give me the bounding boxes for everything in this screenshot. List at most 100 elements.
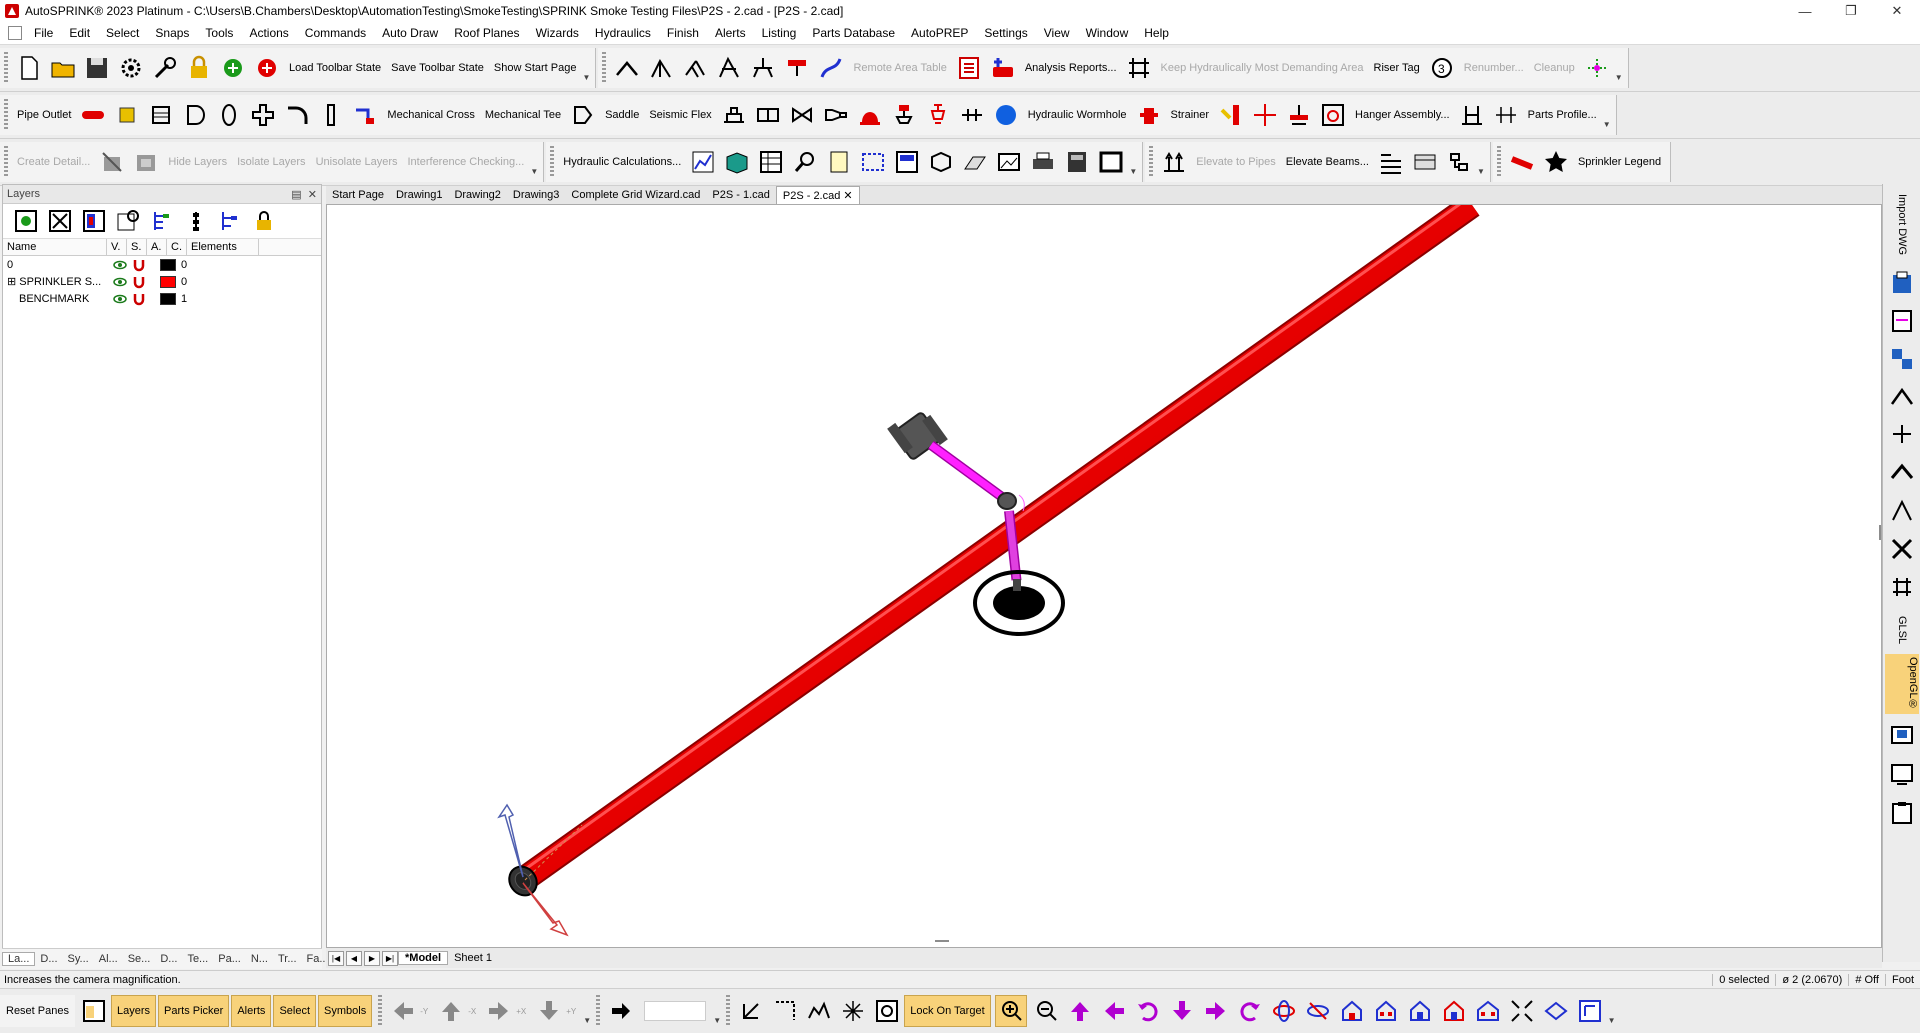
sprinkler-head-icon[interactable]: [889, 100, 919, 130]
model-view[interactable]: [327, 205, 1882, 948]
document-icon[interactable]: [8, 26, 22, 40]
undo-view-icon[interactable]: [736, 996, 766, 1026]
table-icon[interactable]: [756, 147, 786, 177]
toolbar-overflow-icon[interactable]: ▼: [712, 997, 722, 1025]
last-sheet-icon[interactable]: ▶|: [382, 950, 398, 966]
strainer-button[interactable]: Strainer: [1166, 109, 1215, 121]
roof-pipe-icon[interactable]: [612, 53, 642, 83]
close-tab-icon[interactable]: ✕: [843, 190, 852, 202]
load-toolbar-state-button[interactable]: Load Toolbar State: [284, 62, 386, 74]
panel-tab-layers[interactable]: La...: [2, 952, 36, 966]
clipboard-icon[interactable]: [1887, 798, 1917, 828]
toolbar-grip[interactable]: [4, 146, 8, 178]
expand-icon[interactable]: ⊞: [7, 276, 16, 288]
gauge-icon[interactable]: [957, 100, 987, 130]
rotate-left-icon[interactable]: [1133, 996, 1163, 1026]
plug-icon[interactable]: [180, 100, 210, 130]
col-active[interactable]: A.: [147, 239, 167, 255]
toolbar-overflow-icon[interactable]: ▼: [1614, 54, 1624, 82]
command-input[interactable]: [644, 1001, 707, 1021]
hanger-icon[interactable]: [1284, 100, 1314, 130]
menu-settings[interactable]: Settings: [976, 26, 1035, 40]
next-sheet-icon[interactable]: ▶: [364, 950, 380, 966]
import-dwg-tab[interactable]: Import DWG: [1896, 190, 1908, 260]
report-icon[interactable]: [954, 53, 984, 83]
toolbar-overflow-icon[interactable]: ▼: [582, 997, 592, 1025]
window-frame-icon[interactable]: [1096, 147, 1126, 177]
zoom-out-icon[interactable]: [1031, 996, 1061, 1026]
cleanup-button[interactable]: Cleanup: [1529, 62, 1580, 74]
menu-listing[interactable]: Listing: [754, 26, 805, 40]
magnet-icon[interactable]: [132, 275, 146, 289]
new-file-icon[interactable]: [14, 53, 44, 83]
cap-icon[interactable]: [146, 100, 176, 130]
toolbar-overflow-icon[interactable]: ▼: [529, 148, 539, 176]
tab-p2s-2[interactable]: P2S - 2.cad ✕: [775, 185, 860, 205]
remote-area-table-button[interactable]: Remote Area Table: [848, 62, 951, 74]
tab-start-page[interactable]: Start Page: [326, 186, 390, 204]
magnet-icon[interactable]: [132, 258, 146, 272]
chart-icon[interactable]: [688, 147, 718, 177]
menu-parts-database[interactable]: Parts Database: [804, 26, 903, 40]
zoom-extents-icon[interactable]: [1507, 996, 1537, 1026]
toolbar-grip[interactable]: [602, 52, 607, 84]
tab-drawing2[interactable]: Drawing2: [448, 186, 506, 204]
mechanical-cross-icon[interactable]: [350, 100, 380, 130]
open-folder-icon[interactable]: [48, 53, 78, 83]
view-cube-icon[interactable]: [926, 147, 956, 177]
coupling-vertical-icon[interactable]: [316, 100, 346, 130]
save-disk-icon[interactable]: [82, 53, 112, 83]
star-icon[interactable]: [1541, 147, 1571, 177]
blue-ball-icon[interactable]: [991, 100, 1021, 130]
prev-sheet-icon[interactable]: ◀: [346, 950, 362, 966]
sheet-icon[interactable]: [1887, 306, 1917, 336]
mechanical-tee-button[interactable]: Mechanical Tee: [480, 109, 566, 121]
red-gear-icon[interactable]: [252, 53, 282, 83]
arrow-left-icon[interactable]: [388, 996, 418, 1026]
new-layer-icon[interactable]: [11, 206, 41, 236]
layer-color-swatch[interactable]: [160, 258, 176, 271]
rotate-right-icon[interactable]: [1235, 996, 1265, 1026]
display-icon[interactable]: [1887, 760, 1917, 790]
sprinkler-legend-button[interactable]: Sprinkler Legend: [1573, 156, 1666, 168]
toolbar-overflow-icon[interactable]: ▼: [1476, 148, 1486, 176]
tab-drawing1[interactable]: Drawing1: [390, 186, 448, 204]
target-icon[interactable]: [872, 996, 902, 1026]
tab-sheet-1[interactable]: Sheet 1: [448, 952, 498, 964]
nipple-icon[interactable]: [214, 100, 244, 130]
analysis-icon[interactable]: [988, 53, 1018, 83]
elbow-fitting[interactable]: [997, 492, 1017, 510]
branch-icon[interactable]: [1887, 382, 1917, 412]
hide-layers-button[interactable]: Hide Layers: [163, 156, 232, 168]
eye-icon[interactable]: [113, 275, 127, 289]
red-sprinkler-icon[interactable]: [782, 53, 812, 83]
dimension-icon[interactable]: [1491, 100, 1521, 130]
menu-alerts[interactable]: Alerts: [707, 26, 754, 40]
sheet-stack-icon[interactable]: [1410, 147, 1440, 177]
menu-autoprep[interactable]: AutoPREP: [903, 26, 976, 40]
layers-pane-button[interactable]: Layers: [110, 995, 157, 1027]
grid-area-icon[interactable]: [1124, 53, 1154, 83]
menu-select[interactable]: Select: [98, 26, 147, 40]
layer-color-swatch[interactable]: [160, 275, 176, 288]
hide-layers-icon[interactable]: [97, 147, 127, 177]
menu-roof-planes[interactable]: Roof Planes: [446, 26, 527, 40]
elevate-icon[interactable]: [1159, 147, 1189, 177]
tree-collapse-icon[interactable]: [181, 206, 211, 236]
view-down-icon[interactable]: [1167, 996, 1197, 1026]
sprinkler-drop-icon[interactable]: [680, 53, 710, 83]
col-color[interactable]: C.: [167, 239, 187, 255]
reset-panes-button[interactable]: Reset Panes: [0, 995, 75, 1027]
mechanical-cross-button[interactable]: Mechanical Cross: [382, 109, 479, 121]
first-sheet-icon[interactable]: |◀: [328, 950, 344, 966]
layer-settings-icon[interactable]: [113, 206, 143, 236]
green-gear-icon[interactable]: [218, 53, 248, 83]
pipe-outlet-button[interactable]: Pipe Outlet: [12, 109, 76, 121]
panel-icon[interactable]: [892, 147, 922, 177]
orbit-icon[interactable]: [1269, 996, 1299, 1026]
book-icon[interactable]: [722, 147, 752, 177]
toolbar-grip[interactable]: [596, 995, 601, 1027]
house-front-icon[interactable]: [1337, 996, 1367, 1026]
reducer-icon[interactable]: [821, 100, 851, 130]
arrow-up-icon[interactable]: [436, 996, 466, 1026]
